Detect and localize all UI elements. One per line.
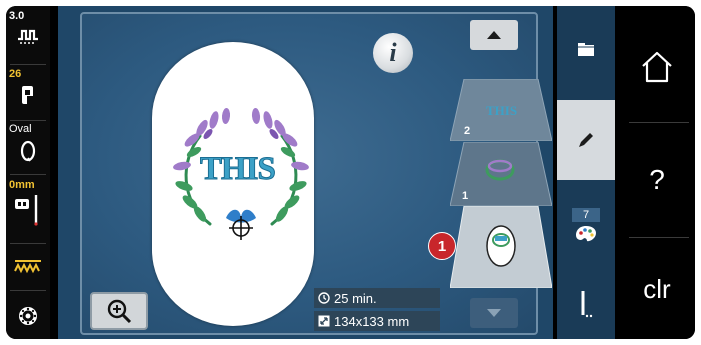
tab-selection[interactable] [557,14,615,84]
presser-height-value: 0mm [9,179,35,191]
needle-number-value: 26 [9,68,22,80]
feed-dog-icon [6,258,50,274]
divider [629,122,689,123]
color-count-badge: 7 [572,207,600,222]
design-text: THIS [200,151,277,188]
divider [629,237,689,238]
resize-icon [318,315,330,327]
divider [10,243,46,244]
info-button[interactable]: i [373,33,413,73]
palette-icon [576,225,596,241]
divider [10,290,46,291]
feed-dog-status[interactable] [6,254,50,282]
system-column: ? clr [619,6,695,339]
clock-icon [318,292,330,304]
layer-label: THIS [486,103,518,118]
tab-column: 7 [557,6,615,339]
tab-color[interactable]: 7 [557,190,615,260]
oval-hoop-icon [6,140,50,162]
hoop-name-value: Oval [9,123,32,135]
size-value: 134x133 mm [334,313,410,329]
needle-plate-icon [6,193,50,227]
triangle-down-icon [487,309,501,317]
layer-item-2[interactable]: 2 THIS [450,79,552,141]
size-info: 134x133 mm [314,311,440,331]
tab-stitch-out[interactable] [557,274,615,334]
machine-screen: 3.0 26 Oval 0mm THIS i 25 min. 134x133 m… [6,6,695,339]
needle-icon [581,291,593,318]
pencil-icon [579,133,593,147]
scroll-down-button[interactable] [470,298,518,328]
embroidery-workspace: THIS i 25 min. 134x133 mm 2 THIS 1 1 [58,6,553,339]
presser-height-status[interactable]: 0mm [6,179,50,231]
layer-tray-selected [450,206,552,288]
bobbin-icon [6,304,50,328]
divider [10,64,46,65]
stitch-icon [6,27,50,45]
stitch-length-value: 3.0 [9,10,25,22]
home-icon [642,51,672,83]
zoom-in-icon [107,299,132,324]
status-column: 3.0 26 Oval 0mm [6,6,50,339]
time-info: 25 min. [314,288,440,308]
help-button[interactable]: ? [619,130,695,230]
triangle-up-icon [487,31,501,39]
hoop-status[interactable]: Oval [6,123,50,167]
callout-badge: 1 [428,232,456,260]
layer-number: 1 [462,190,469,202]
needle-status[interactable]: 26 [6,68,50,110]
bobbin-status[interactable] [6,298,50,332]
clear-button[interactable]: clr [619,244,695,334]
layer-number: 2 [464,125,471,137]
zoom-button[interactable] [90,292,148,330]
divider [10,120,46,121]
home-button[interactable] [619,20,695,114]
tab-edit[interactable] [557,100,615,180]
presser-foot-icon [6,84,50,106]
stitch-length-status[interactable]: 3.0 [6,10,50,50]
divider [10,174,46,175]
scroll-up-button[interactable] [470,20,518,50]
layer-item-combined[interactable] [450,206,552,288]
folder-icon [578,43,594,56]
time-value: 25 min. [334,290,377,306]
layer-item-1[interactable]: 1 [450,142,552,206]
